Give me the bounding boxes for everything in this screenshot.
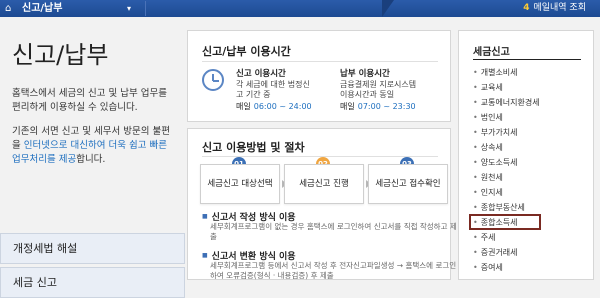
tax-item[interactable]: 증권거래세: [473, 247, 518, 258]
tax-item[interactable]: 종합소득세: [473, 217, 518, 228]
step-2-box[interactable]: 세금신고 진행: [284, 164, 364, 204]
intro-text-2: 기존의 서면 신고 및 세무서 방문의 불편을 인터넷으로 대신하여 더욱 쉽고…: [12, 125, 177, 167]
divider: [202, 61, 438, 62]
hours-title: 신고/납부 이용시간: [202, 45, 291, 58]
page-title: 신고/납부: [12, 41, 109, 69]
left-column: 신고/납부 홈택스에서 세금의 신고 및 납부 업무를 편리하게 이용하실 수 …: [0, 17, 185, 298]
pay-hours-title: 납부 이용시간: [340, 69, 390, 79]
file-daily-label: 매일: [236, 102, 251, 111]
mail-history-link[interactable]: 4 메일내역 조회: [523, 2, 586, 14]
tax-filing-button[interactable]: 세금 신고: [0, 267, 185, 298]
pay-hours-time: 매일 07:00 ~ 23:30: [340, 101, 416, 112]
tax-law-button[interactable]: 개정세법 해설: [0, 233, 185, 264]
pay-hours-desc: 금융결제원 지로시스템 이용시간과 동일: [340, 80, 417, 99]
tax-item[interactable]: 종합부동산세: [473, 202, 525, 213]
menu-title: 신고/납부: [22, 3, 63, 14]
tax-list-title: 세금신고: [473, 47, 510, 58]
divider: [473, 59, 581, 60]
tax-item[interactable]: 인지세: [473, 187, 503, 198]
pay-time-value: 07:00 ~ 23:30: [357, 102, 416, 111]
tax-list-panel: 세금신고 개별소비세 교육세 교통에너지환경세 법인세 부가가치세 상속세 양도…: [458, 30, 594, 280]
intro2-suffix: 합니다.: [76, 154, 106, 165]
tax-item[interactable]: 교육세: [473, 82, 503, 93]
home-icon[interactable]: ⌂: [5, 3, 11, 15]
tax-item[interactable]: 주세: [473, 232, 496, 243]
file-time-value: 06:00 ~ 24:00: [253, 102, 312, 111]
way-2-desc: 세무회계프로그램 등에서 신고서 작성 후 전자신고파일생성 → 홈택스에 로그…: [210, 261, 457, 280]
file-hours-time: 매일 06:00 ~ 24:00: [236, 101, 312, 112]
tax-item[interactable]: 법인세: [473, 112, 503, 123]
tax-item[interactable]: 부가가치세: [473, 127, 518, 138]
hours-panel: 신고/납부 이용시간 신고 이용시간 각 세금에 대한 법정신고 기간 중 매일…: [187, 30, 451, 122]
pay-daily-label: 매일: [340, 102, 355, 111]
mail-count-badge: 4: [523, 3, 530, 13]
tax-item[interactable]: 교통에너지환경세: [473, 97, 540, 108]
clock-icon: [202, 69, 224, 91]
step-1-box[interactable]: 세금신고 대상선택: [200, 164, 280, 204]
mail-history-label: 메일내역 조회: [533, 3, 586, 13]
top-nav-bar: ⌂ 신고/납부 ▾ 4 메일내역 조회: [0, 0, 600, 17]
tax-item[interactable]: 상속세: [473, 142, 503, 153]
file-hours-desc: 각 세금에 대한 법정신고 기간 중: [236, 80, 310, 99]
menu-selector[interactable]: ⌂ 신고/납부 ▾: [0, 1, 146, 16]
step-3-box[interactable]: 세금신고 접수확인: [368, 164, 448, 204]
intro-text: 홈택스에서 세금의 신고 및 납부 업무를 편리하게 이용하실 수 있습니다.: [12, 88, 167, 113]
method-panel: 신고 이용방법 및 절차 01 세금신고 대상선택 02 세금신고 진행 03 …: [187, 128, 457, 280]
topbar-divider: [382, 0, 394, 17]
tax-item[interactable]: 개별소비세: [473, 67, 518, 78]
tax-item[interactable]: 양도소득세: [473, 157, 518, 168]
method-title: 신고 이용방법 및 절차: [202, 141, 305, 154]
way-1-desc: 세무회계프로그램이 없는 경우 홈택스에 로그인하여 신고서를 직접 작성하고 …: [210, 222, 457, 241]
file-hours-title: 신고 이용시간: [236, 69, 286, 79]
tax-item[interactable]: 증여세: [473, 262, 503, 273]
chevron-down-icon[interactable]: ▾: [127, 3, 131, 15]
tax-item[interactable]: 원천세: [473, 172, 503, 183]
